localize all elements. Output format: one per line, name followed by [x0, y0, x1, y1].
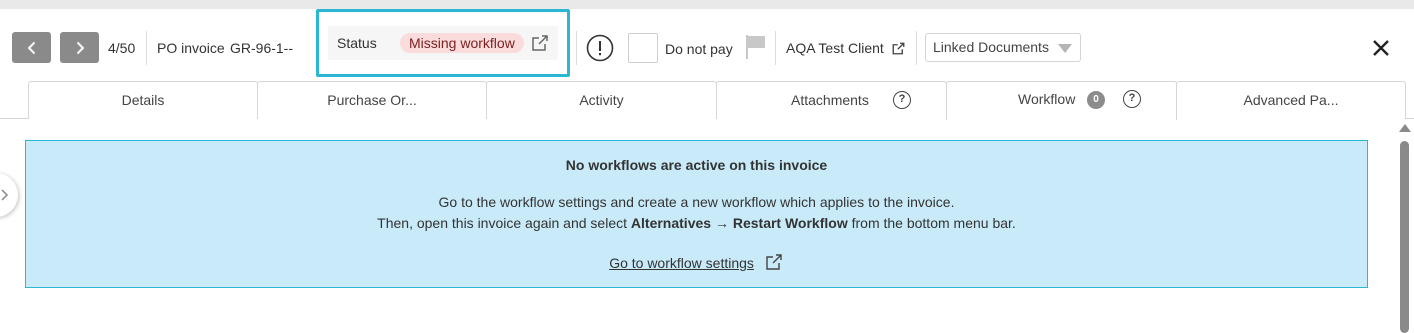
info-title: No workflows are active on this invoice [565, 157, 828, 173]
info-line-1: Go to the workflow settings and create a… [438, 194, 955, 210]
tab-label: Activity [579, 92, 624, 108]
info-text: from the bottom menu bar. [847, 215, 1016, 231]
help-icon[interactable]: ? [1123, 90, 1141, 108]
tab-workflow[interactable]: Workflow 0 ? [946, 81, 1177, 120]
tab-label: Workflow [1018, 91, 1076, 107]
next-button[interactable] [60, 32, 99, 63]
alternatives-text: Alternatives [630, 215, 712, 231]
linked-documents-label: Linked Documents [933, 39, 1049, 55]
scrollbar-thumb[interactable] [1400, 141, 1409, 333]
top-strip [0, 0, 1414, 9]
chevron-left-icon [27, 41, 35, 54]
invoice-counter: 4/50 [108, 40, 136, 56]
document-type: PO invoice [157, 40, 225, 56]
tab-advanced[interactable]: Advanced Pa... [1176, 81, 1406, 119]
side-panel-toggle[interactable] [0, 173, 18, 217]
external-link-icon[interactable] [764, 252, 784, 272]
caret-down-icon [1058, 44, 1072, 53]
status-label: Status [337, 35, 377, 51]
exclamation-circle-icon[interactable] [586, 34, 614, 62]
divider [916, 31, 917, 65]
tab-bar: Details Purchase Or... Activity Attachme… [0, 81, 1414, 120]
external-link-icon[interactable] [890, 40, 906, 56]
chevron-right-icon [76, 41, 84, 54]
tab-attachments[interactable]: Attachments ? [716, 81, 947, 119]
external-link-icon[interactable] [529, 32, 551, 54]
workflow-info-banner: No workflows are active on this invoice … [25, 140, 1368, 288]
help-icon[interactable]: ? [893, 91, 911, 109]
document-number: GR-96-1-- [230, 40, 294, 56]
tab-activity[interactable]: Activity [486, 81, 717, 119]
vertical-scrollbar[interactable] [1398, 121, 1412, 333]
info-text: Then, open this invoice again and select [377, 215, 631, 231]
chevron-right-icon [1, 189, 9, 201]
count-badge: 0 [1087, 91, 1105, 109]
tab-label: Advanced Pa... [1243, 92, 1339, 108]
workflow-settings-link[interactable]: Go to workflow settings [609, 255, 754, 271]
tab-label: Details [121, 92, 165, 108]
status-highlight: Status Missing workflow [316, 9, 570, 77]
restart-workflow-text: Restart Workflow [732, 215, 848, 231]
status-badge: Missing workflow [400, 33, 524, 53]
status-field[interactable]: Status Missing workflow [328, 26, 558, 60]
tab-label: Attachments [791, 92, 869, 108]
tab-purchase-order[interactable]: Purchase Or... [257, 81, 487, 119]
scroll-up-arrow-icon[interactable] [1399, 124, 1411, 132]
previous-button[interactable] [12, 32, 51, 63]
divider [576, 31, 577, 65]
client-name-link[interactable]: AQA Test Client [786, 39, 884, 57]
do-not-pay-label: Do not pay [665, 41, 733, 57]
tab-details[interactable]: Details [28, 81, 258, 119]
invoice-header: 4/50 PO invoice GR-96-1-- Status Missing… [0, 9, 1414, 81]
workflow-settings-link-row: Go to workflow settings [26, 252, 1367, 272]
divider [146, 31, 147, 65]
tab-label: Purchase Or... [327, 92, 417, 108]
do-not-pay-checkbox[interactable] [628, 33, 658, 63]
arrow-text: → [711, 215, 733, 231]
divider [775, 31, 776, 65]
close-icon[interactable] [1370, 37, 1392, 59]
linked-documents-dropdown[interactable]: Linked Documents [925, 33, 1081, 62]
flag-icon[interactable] [744, 33, 768, 61]
info-line-2: Then, open this invoice again and select… [26, 215, 1367, 231]
